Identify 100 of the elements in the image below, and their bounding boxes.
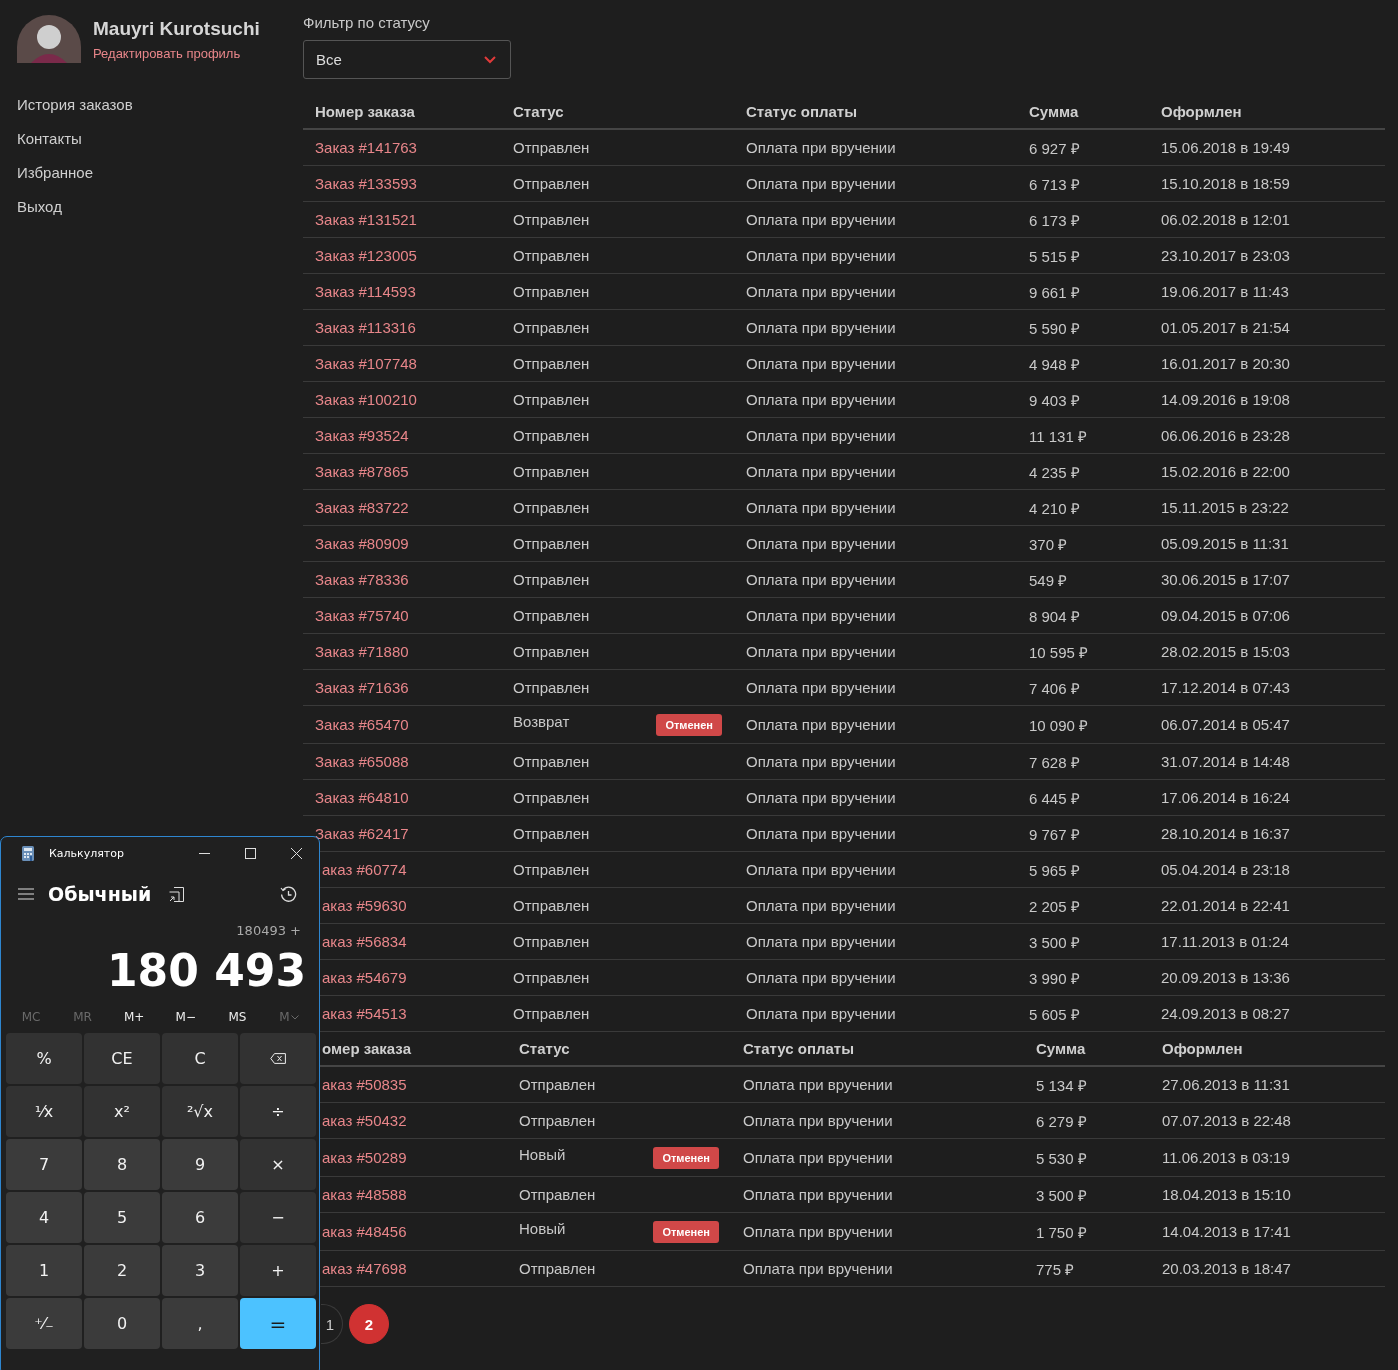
order-link[interactable]: Заказ #65470 — [315, 716, 409, 733]
column-header: Статус оплаты — [731, 1032, 1024, 1066]
calculator-key[interactable]: = — [240, 1298, 316, 1349]
calculator-icon — [22, 845, 34, 861]
close-icon[interactable] — [291, 847, 302, 859]
page-button[interactable]: 2 — [349, 1304, 389, 1344]
sidebar-item[interactable]: Контакты — [17, 129, 82, 149]
order-date: 09.04.2015 в 07:06 — [1161, 607, 1290, 624]
calculator-key[interactable]: 3 — [162, 1245, 238, 1296]
column-header: Статус оплаты — [734, 95, 1017, 129]
order-link[interactable]: Заказ #83722 — [315, 499, 409, 516]
order-link[interactable]: аказ #48588 — [322, 1186, 407, 1203]
calculator-key[interactable]: 1 — [6, 1245, 82, 1296]
calculator-key[interactable]: C — [162, 1033, 238, 1084]
order-status: Отправлен — [513, 825, 590, 842]
order-sum: 5 590 ₽ — [1029, 319, 1080, 337]
order-link[interactable]: Заказ #131521 — [315, 211, 417, 228]
maximize-icon[interactable] — [245, 847, 256, 859]
sidebar-item[interactable]: История заказов — [17, 95, 133, 115]
order-link[interactable]: Заказ #93524 — [315, 427, 409, 444]
calculator-key[interactable]: × — [240, 1139, 316, 1190]
column-header: Статус — [501, 95, 734, 129]
order-link[interactable]: Заказ #80909 — [315, 535, 409, 552]
memory-button[interactable]: M− — [163, 1010, 208, 1024]
calculator-key[interactable]: 4 — [6, 1192, 82, 1243]
order-date: 17.06.2014 в 16:24 — [1161, 789, 1290, 806]
calculator-key[interactable]: % — [6, 1033, 82, 1084]
order-link[interactable]: Заказ #71636 — [315, 679, 409, 696]
order-sum: 370 ₽ — [1029, 535, 1068, 553]
calculator-key[interactable]: 5 — [84, 1192, 160, 1243]
column-header: Сумма — [1017, 95, 1149, 129]
order-status: Отправлен — [513, 499, 590, 516]
order-link[interactable]: аказ #47698 — [322, 1260, 407, 1277]
order-link[interactable]: аказ #54679 — [322, 969, 407, 986]
order-link[interactable]: Заказ #107748 — [315, 355, 417, 372]
order-link[interactable]: Заказ #113316 — [315, 319, 416, 336]
status-dropdown[interactable]: Все — [303, 40, 511, 79]
chevron-down-icon — [290, 1014, 299, 1020]
order-link[interactable]: Заказ #64810 — [315, 789, 409, 806]
order-link[interactable]: Заказ #75740 — [315, 607, 409, 624]
order-link[interactable]: Заказ #133593 — [315, 175, 417, 192]
history-icon[interactable] — [280, 885, 297, 903]
order-status: Отправлен — [513, 607, 590, 624]
order-link[interactable]: Заказ #100210 — [315, 391, 417, 408]
calculator-key[interactable]: 0 — [84, 1298, 160, 1349]
order-link[interactable]: Заказ #123005 — [315, 247, 417, 264]
calculator-key[interactable]: ⁺⁄₋ — [6, 1298, 82, 1349]
minimize-icon[interactable] — [199, 852, 210, 854]
order-link[interactable]: аказ #59630 — [322, 897, 407, 914]
cancelled-badge: Отменен — [656, 713, 722, 736]
column-header: Сумма — [1024, 1032, 1150, 1066]
calculator-key[interactable]: CE — [84, 1033, 160, 1084]
order-link[interactable]: аказ #60774 — [322, 861, 407, 878]
order-status: Отправлен — [513, 535, 590, 552]
payment-status: Оплата при вручении — [746, 861, 896, 878]
calculator-key[interactable]: + — [240, 1245, 316, 1296]
order-link[interactable]: Заказ #62417 — [315, 825, 409, 842]
sidebar-item[interactable]: Выход — [17, 197, 62, 217]
order-link[interactable]: аказ #50289 — [322, 1149, 407, 1166]
order-link[interactable]: Заказ #71880 — [315, 643, 409, 660]
order-status: Отправлен — [513, 753, 590, 770]
order-link[interactable]: аказ #56834 — [322, 933, 407, 950]
edit-profile-link[interactable]: Редактировать профиль — [93, 45, 260, 61]
order-date: 28.02.2015 в 15:03 — [1161, 643, 1290, 660]
order-date: 01.05.2017 в 21:54 — [1161, 319, 1290, 336]
order-sum: 9 403 ₽ — [1029, 391, 1080, 409]
order-link[interactable]: Заказ #141763 — [315, 139, 417, 156]
sidebar-item[interactable]: Избранное — [17, 163, 94, 183]
order-link[interactable]: Заказ #87865 — [315, 463, 409, 480]
order-date: 18.04.2013 в 15:10 — [1162, 1186, 1291, 1203]
order-sum: 7 406 ₽ — [1029, 679, 1080, 697]
chevron-down-icon — [484, 55, 496, 64]
calculator-key[interactable]: 6 — [162, 1192, 238, 1243]
memory-button[interactable]: MS — [215, 1010, 260, 1024]
calculator-key[interactable]: − — [240, 1192, 316, 1243]
calculator-key[interactable]: ²√x — [162, 1086, 238, 1137]
memory-button[interactable]: M+ — [112, 1010, 157, 1024]
menu-icon[interactable] — [18, 888, 34, 900]
calculator-key[interactable]: 2 — [84, 1245, 160, 1296]
order-date: 30.06.2015 в 17:07 — [1161, 571, 1290, 588]
payment-status: Оплата при вручении — [746, 789, 896, 806]
order-link[interactable]: аказ #54513 — [322, 1005, 407, 1022]
order-link[interactable]: Заказ #65088 — [315, 753, 409, 770]
calculator-key[interactable]: 9 — [162, 1139, 238, 1190]
calculator-key[interactable]: ÷ — [240, 1086, 316, 1137]
calculator-key[interactable]: 7 — [6, 1139, 82, 1190]
order-sum: 9 661 ₽ — [1029, 283, 1080, 301]
calculator-key[interactable]: , — [162, 1298, 238, 1349]
calculator-key[interactable]: 8 — [84, 1139, 160, 1190]
calculator-key[interactable]: ¹⁄x — [6, 1086, 82, 1137]
column-header: Номер заказа — [303, 95, 501, 129]
keep-on-top-icon[interactable] — [169, 886, 185, 902]
payment-status: Оплата при вручении — [746, 319, 896, 336]
order-link[interactable]: аказ #50835 — [322, 1076, 407, 1093]
order-link[interactable]: аказ #50432 — [322, 1112, 407, 1129]
calculator-key[interactable]: x² — [84, 1086, 160, 1137]
order-link[interactable]: аказ #48456 — [322, 1223, 407, 1240]
order-link[interactable]: Заказ #114593 — [315, 283, 416, 300]
cancelled-badge: Отменен — [653, 1146, 719, 1169]
order-link[interactable]: Заказ #78336 — [315, 571, 409, 588]
